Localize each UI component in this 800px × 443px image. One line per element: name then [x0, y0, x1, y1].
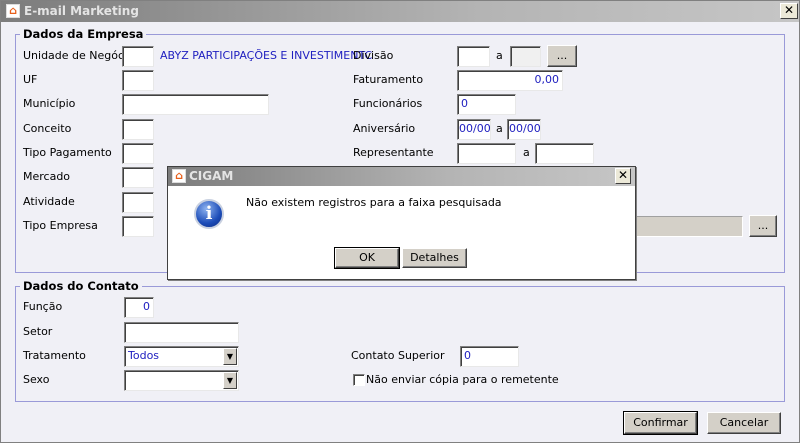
empresa-legend: Dados da Empresa [20, 27, 147, 41]
mercado-label: Mercado [23, 170, 71, 183]
municipio-input[interactable] [122, 94, 269, 115]
divisao-lookup-button[interactable]: ... [547, 45, 577, 67]
representante-from-input[interactable] [457, 143, 516, 164]
title-bar[interactable]: ⌂ E-mail Marketing ✕ [1, 1, 799, 22]
funcionarios-input[interactable]: 0 [457, 94, 516, 115]
app-icon: ⌂ [172, 169, 186, 183]
representante-a-label: a [523, 146, 530, 159]
dialog-close-icon[interactable]: ✕ [615, 168, 631, 184]
tipo-pagamento-input[interactable] [122, 143, 154, 164]
representante-to-input[interactable] [535, 143, 594, 164]
dialog-title-bar[interactable]: ⌂ CIGAM ✕ [168, 167, 635, 186]
tratamento-label: Tratamento [23, 349, 86, 362]
tipo-empresa-description [621, 216, 743, 237]
tipo-pagamento-label: Tipo Pagamento [23, 146, 112, 159]
representante-label: Representante [353, 146, 434, 159]
conceito-label: Conceito [23, 122, 72, 135]
unidade-label: Unidade de Negócio [23, 49, 134, 62]
dialog-message: Não existem registros para a faixa pesqu… [246, 196, 502, 209]
contato-superior-input[interactable]: 0 [460, 346, 519, 367]
setor-label: Setor [23, 325, 53, 338]
aniversario-a-label: a [496, 122, 503, 135]
email-marketing-window: ⌂ E-mail Marketing ✕ Dados da Empresa Un… [0, 0, 800, 443]
faturamento-label: Faturamento [353, 73, 424, 86]
divisao-a-label: a [496, 49, 503, 62]
info-icon: i [194, 199, 224, 229]
close-icon[interactable]: ✕ [780, 3, 798, 19]
unidade-input[interactable] [122, 46, 154, 67]
nao-enviar-label[interactable]: Não enviar cópia para o remetente [366, 373, 559, 386]
aniversario-label: Aniversário [353, 122, 416, 135]
funcao-label: Função [23, 300, 63, 313]
unidade-name: ABYZ PARTICIPAÇÕES E INVESTIMENTC [160, 49, 373, 62]
funcao-input[interactable]: 0 [124, 297, 154, 318]
sexo-label: Sexo [23, 373, 50, 386]
ok-button[interactable]: OK [334, 247, 400, 269]
dialog-title: CIGAM [189, 169, 234, 183]
atividade-input[interactable] [122, 192, 154, 213]
sexo-select[interactable]: ▼ [124, 370, 239, 391]
funcionarios-label: Funcionários [353, 97, 423, 110]
tratamento-value: Todos [128, 349, 160, 362]
window-title: E-mail Marketing [24, 4, 139, 18]
divisao-from-input[interactable] [457, 46, 490, 67]
contato-superior-label: Contato Superior [351, 349, 445, 362]
tipo-empresa-label: Tipo Empresa [23, 219, 98, 232]
aniversario-from-input[interactable]: 00/00 [457, 119, 491, 140]
nao-enviar-checkbox[interactable] [353, 374, 365, 386]
divisao-to-input[interactable] [510, 46, 541, 67]
faturamento-input[interactable]: 0,00 [457, 70, 563, 91]
uf-label: UF [23, 73, 38, 86]
details-button[interactable]: Detalhes [402, 248, 467, 268]
confirm-button[interactable]: Confirmar [623, 411, 698, 435]
tratamento-select[interactable]: Todos ▼ [124, 346, 239, 367]
chevron-down-icon[interactable]: ▼ [223, 372, 237, 389]
atividade-label: Atividade [23, 195, 75, 208]
setor-input[interactable] [124, 322, 239, 343]
tipo-empresa-input[interactable] [122, 216, 154, 237]
municipio-label: Município [23, 97, 76, 110]
cancel-button[interactable]: Cancelar [707, 412, 781, 434]
mercado-input[interactable] [122, 167, 154, 188]
app-icon: ⌂ [6, 4, 20, 18]
contato-legend: Dados do Contato [20, 279, 142, 293]
tipo-empresa-lookup-button[interactable]: ... [749, 215, 777, 237]
aniversario-to-input[interactable]: 00/00 [507, 119, 541, 140]
divisao-label: Divisão [353, 49, 394, 62]
chevron-down-icon[interactable]: ▼ [223, 348, 237, 365]
uf-input[interactable] [122, 70, 154, 91]
conceito-input[interactable] [122, 119, 154, 140]
